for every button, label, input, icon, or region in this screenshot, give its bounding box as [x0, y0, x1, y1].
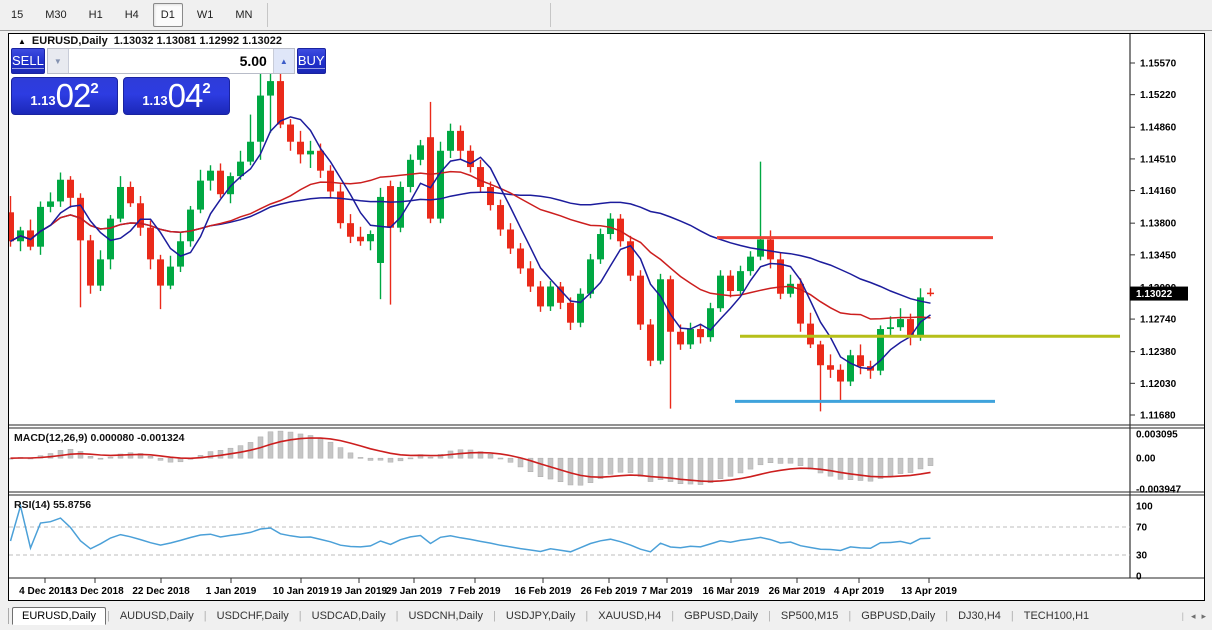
chart-tab-sp500-m15[interactable]: SP500,M15 [772, 608, 847, 624]
chart-window [8, 33, 1205, 601]
timeframe-button-mn[interactable]: MN [227, 3, 260, 27]
chart-tab-bar: EURUSD,Daily | AUDUSD,Daily | USDCHF,Daily | U… [0, 604, 1212, 628]
buy-price-small: 1.13 [142, 93, 168, 108]
toolbar-separator [550, 3, 551, 27]
timeframe-button-15[interactable]: 15 [3, 3, 31, 27]
chart-tab-usdchf-daily[interactable]: USDCHF,Daily [208, 608, 298, 624]
tab-scroll-arrows: | ◂ ▸ [1181, 611, 1212, 622]
chart-tab-eurusd-daily[interactable]: EURUSD,Daily [12, 607, 106, 625]
buy-price-big: 04 [167, 77, 204, 114]
panel-arrow-icon[interactable]: ▲ [18, 37, 26, 46]
timeframe-button-d1[interactable]: D1 [152, 3, 183, 27]
chart-title: ▲ EURUSD,Daily 1.13032 1.13081 1.12992 1… [18, 35, 282, 47]
chart-tab-tech100-h1[interactable]: TECH100,H1 [1015, 608, 1098, 624]
tab-scroll-left-icon[interactable]: ◂ [1191, 611, 1196, 622]
one-click-trade-panel: SELL ▼ ▲ BUY 1.13 02 2 1.13 04 2 [11, 48, 326, 115]
tabbar-grip [0, 608, 9, 624]
sell-price-small: 1.13 [30, 93, 56, 108]
volume-input[interactable] [68, 49, 273, 73]
sell-price-button[interactable]: 1.13 02 2 [11, 77, 118, 115]
chart-tab-usdjpy-daily[interactable]: USDJPY,Daily [497, 608, 585, 624]
chart-tab-usdcnh-daily[interactable]: USDCNH,Daily [399, 608, 492, 624]
timeframe-button-m30[interactable]: M30 [37, 3, 74, 27]
buy-price-button[interactable]: 1.13 04 2 [123, 77, 230, 115]
timeframe-button-w1[interactable]: W1 [189, 3, 222, 27]
chart-tab-usdcad-daily[interactable]: USDCAD,Daily [303, 608, 395, 624]
tab-separator: | [1181, 611, 1184, 621]
chart-tab-gbpusd-daily[interactable]: GBPUSD,Daily [675, 608, 767, 624]
chart-tab-gbpusd-daily[interactable]: GBPUSD,Daily [852, 608, 944, 624]
timeframe-button-h1[interactable]: H1 [81, 3, 111, 27]
timeframe-toolbar: 15 M30 H1 H4 D1 W1 MN [0, 0, 1212, 31]
toolbar-separator [267, 3, 269, 27]
volume-down-button[interactable]: ▼ [47, 49, 69, 73]
tab-scroll-right-icon[interactable]: ▸ [1201, 611, 1206, 622]
sell-price-big: 02 [55, 77, 92, 114]
volume-up-button[interactable]: ▲ [272, 49, 294, 73]
mt4-terminal: 15 M30 H1 H4 D1 W1 MN 1.15570 1.15220 1.14860 1.1… [0, 0, 1212, 630]
chart-symbol-label: EURUSD,Daily [31, 35, 108, 47]
sell-button[interactable]: SELL [11, 48, 45, 74]
chart-tab-xauusd-h4[interactable]: XAUUSD,H4 [589, 608, 670, 624]
buy-price-sup: 2 [202, 80, 211, 97]
chart-tab-audusd-daily[interactable]: AUDUSD,Daily [111, 608, 203, 624]
sell-price-sup: 2 [90, 80, 99, 97]
buy-button[interactable]: BUY [296, 48, 326, 74]
timeframe-button-h4[interactable]: H4 [117, 3, 147, 27]
chart-tab-dj30-h4[interactable]: DJ30,H4 [949, 608, 1010, 624]
chart-ohlc-values: 1.13032 1.13081 1.12992 1.13022 [113, 35, 282, 47]
volume-stepper: ▼ ▲ [46, 48, 295, 74]
